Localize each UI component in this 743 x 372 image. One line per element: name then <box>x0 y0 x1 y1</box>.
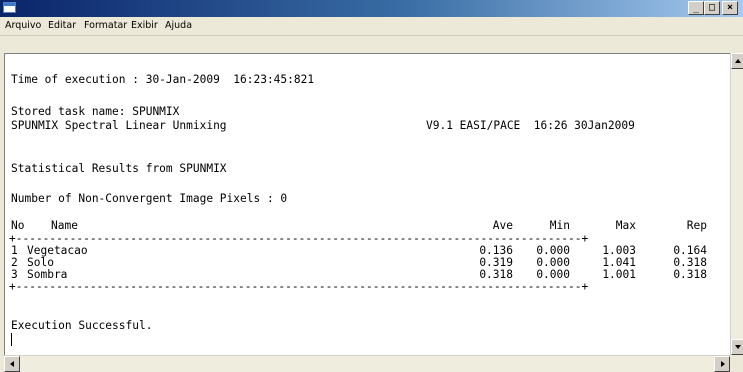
header-ave: Ave <box>492 219 513 232</box>
header-no: No <box>11 219 25 232</box>
scroll-down-button[interactable] <box>731 339 743 355</box>
execution-result-line: Execution Successful. <box>11 319 153 332</box>
menu-exibir[interactable]: Exibir <box>131 20 158 31</box>
stats-title-line: Statistical Results from SPUNMIX <box>11 162 227 175</box>
menu-formatar[interactable]: Formatar <box>84 20 127 31</box>
scroll-up-button[interactable] <box>731 53 743 69</box>
horizontal-scrollbar[interactable] <box>4 355 730 372</box>
notepad-window: _ □ × Arquivo Editar Formatar Exibir Aju… <box>0 0 743 372</box>
menu-arquivo[interactable]: Arquivo <box>5 20 41 31</box>
stored-task-line: Stored task name: SPUNMIX <box>11 105 180 118</box>
execution-time-line: Time of execution : 30-Jan-2009 16:23:45… <box>11 73 315 86</box>
size-grip[interactable] <box>730 355 743 372</box>
text-cursor <box>11 333 12 346</box>
header-max: Max <box>615 219 636 232</box>
scroll-right-button[interactable] <box>714 356 730 372</box>
menu-bar: Arquivo Editar Formatar Exibir Ajuda <box>0 17 743 36</box>
nonconvergent-line: Number of Non-Convergent Image Pixels : … <box>11 192 288 205</box>
text-editor-area[interactable]: Time of execution : 30-Jan-2009 16:23:45… <box>4 53 731 356</box>
header-name: Name <box>51 219 78 232</box>
notepad-icon[interactable] <box>3 2 16 13</box>
title-bar[interactable]: _ □ × <box>0 0 743 17</box>
maximize-button[interactable]: □ <box>704 1 720 15</box>
table-bottom-border: +---------------------------------------… <box>9 280 589 293</box>
vertical-scrollbar[interactable] <box>730 53 743 355</box>
close-button[interactable]: × <box>722 1 738 15</box>
version-line: V9.1 EASI/PACE 16:26 30Jan2009 <box>426 119 635 132</box>
left-arrow-icon <box>10 361 14 367</box>
minimize-button[interactable]: _ <box>688 1 704 15</box>
up-arrow-icon <box>735 59 741 63</box>
header-rep: Rep <box>686 219 707 232</box>
menu-ajuda[interactable]: Ajuda <box>165 20 192 31</box>
down-arrow-icon <box>735 345 741 349</box>
scroll-left-button[interactable] <box>4 356 20 372</box>
task-description-line: SPUNMIX Spectral Linear Unmixing <box>11 119 227 132</box>
menu-editar[interactable]: Editar <box>48 20 76 31</box>
header-min: Min <box>549 219 570 232</box>
right-arrow-icon <box>721 361 725 367</box>
